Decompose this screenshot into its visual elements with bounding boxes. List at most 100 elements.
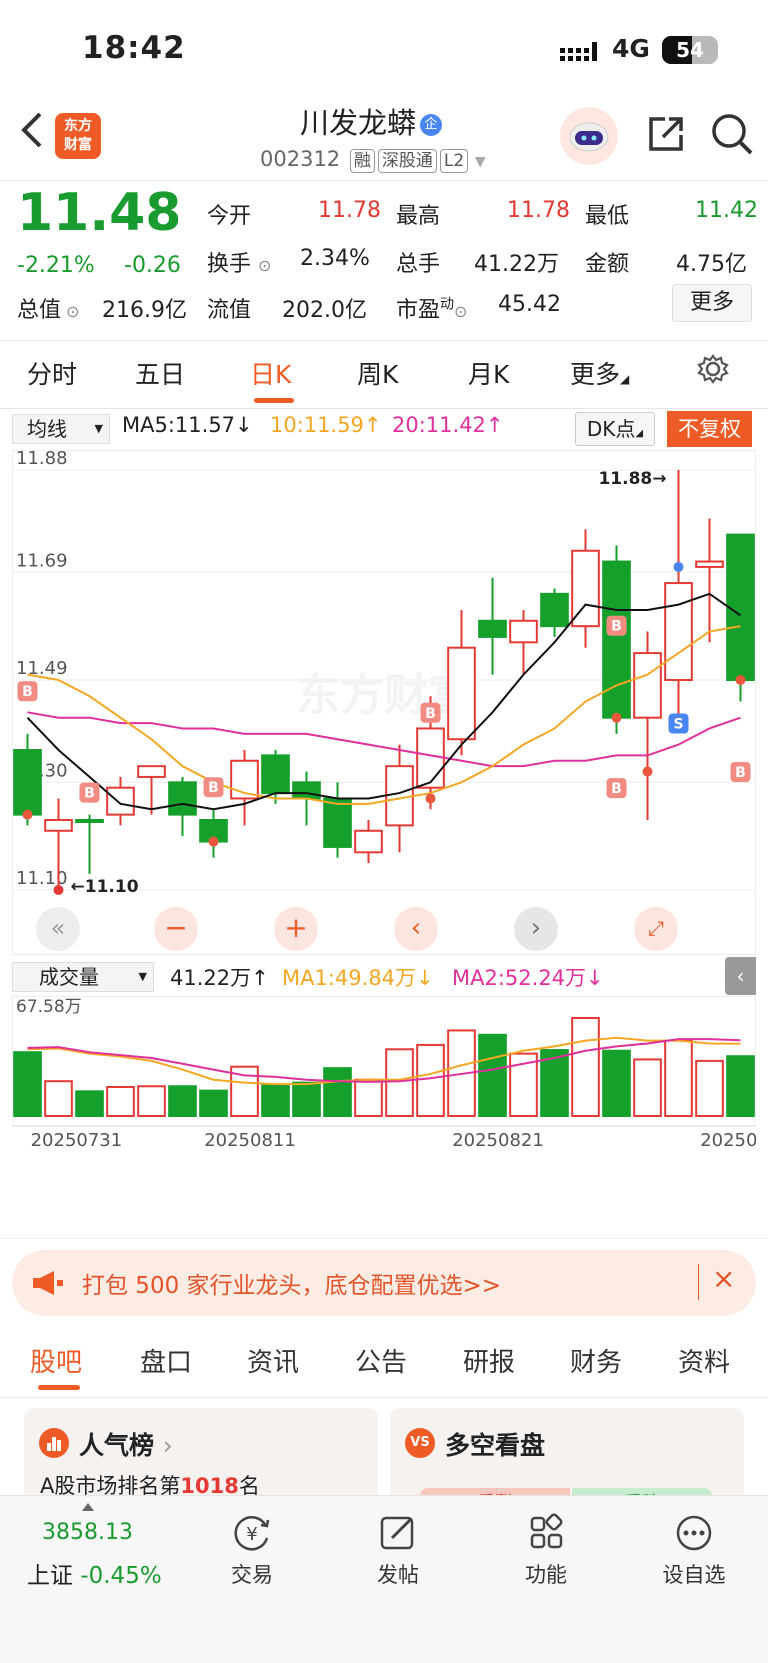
bottom-nav: 3858.13 上证 -0.45% ¥ 交易 发帖 功能 设自选	[0, 1495, 768, 1663]
tab-five-day[interactable]: 五日	[135, 355, 185, 391]
candle-body	[168, 781, 197, 816]
candle-body	[385, 765, 414, 827]
app-logo: 东方 财富	[55, 113, 101, 159]
volume-bar	[44, 1080, 73, 1117]
tab-pankou[interactable]: 盘口	[140, 1342, 192, 1379]
tab-weekly-k[interactable]: 周K	[357, 355, 398, 391]
nav-add-watchlist[interactable]: 设自选	[656, 1512, 732, 1589]
tab-research[interactable]: 研报	[463, 1342, 515, 1379]
amount-label: 金额	[585, 252, 630, 277]
popularity-card[interactable]: 人气榜 › A股市场排名第1018名	[24, 1408, 378, 1503]
tab-finance[interactable]: 财务	[570, 1342, 622, 1379]
candle-body	[75, 819, 104, 823]
share-icon[interactable]	[645, 113, 687, 159]
volume-dropdown[interactable]: 成交量 ▼	[12, 962, 154, 992]
change-pct: -2.21%	[17, 253, 95, 278]
banner-text: 打包 500 家行业龙头，底仓配置优选>>	[82, 1273, 502, 1299]
volume-label: 总手	[396, 252, 441, 277]
volume-bar	[385, 1048, 414, 1117]
settings-gear-icon[interactable]	[697, 353, 729, 391]
active-section-indicator	[38, 1385, 80, 1390]
scroll-right-icon[interactable]: ›	[514, 907, 558, 951]
nav-trade[interactable]: ¥ 交易	[222, 1512, 282, 1589]
volume-bar	[75, 1090, 104, 1117]
volume-bar	[168, 1085, 197, 1117]
amount-value: 4.75亿	[676, 252, 747, 277]
x-axis-date: 20250731	[31, 1130, 123, 1151]
nav-functions[interactable]: 功能	[516, 1512, 576, 1589]
high-marker: 11.88→	[598, 469, 666, 489]
bull-bear-card[interactable]: VS 多空看盘 看涨 看跌	[390, 1408, 744, 1503]
signal-letter: S	[673, 717, 683, 733]
info-icon: ⊙	[454, 302, 468, 321]
close-icon[interactable]: ×	[712, 1262, 735, 1295]
nav-post[interactable]: 发帖	[368, 1512, 428, 1589]
volume-chart[interactable]: 67.58万 20250731 20250811 20250821 20250902	[12, 996, 756, 1238]
tab-news[interactable]: 资讯	[247, 1342, 299, 1379]
zoom-out-icon[interactable]: −	[154, 907, 198, 951]
trade-dot	[22, 809, 33, 820]
candle-body	[726, 533, 755, 681]
info-icon: ⊙	[61, 302, 80, 321]
volume-bar	[292, 1081, 321, 1117]
pe-value: 45.42	[498, 292, 561, 317]
tab-more[interactable]: 更多◢	[570, 355, 629, 391]
fullscreen-icon[interactable]: ⤢	[634, 907, 678, 951]
candle-body	[447, 646, 476, 741]
y-axis-label: 11.69	[16, 550, 68, 571]
chevron-right-icon: ›	[162, 1431, 173, 1460]
tag-connect: 深股通	[377, 149, 437, 173]
tab-intraday[interactable]: 分时	[27, 355, 77, 391]
scroll-left-icon[interactable]: ‹	[394, 907, 438, 951]
trade-dot	[735, 675, 746, 685]
vs-icon: VS	[405, 1428, 435, 1458]
stock-title: 川发龙蟒企	[300, 100, 443, 142]
volume-bar	[106, 1085, 135, 1117]
tag-margin: 融	[349, 149, 375, 173]
volume-max-label: 67.58万	[16, 997, 82, 1017]
caret-down-icon: ▼	[138, 970, 147, 983]
open-value: 11.78	[318, 198, 381, 223]
candle-body	[13, 749, 42, 816]
caret-down-icon: ▼	[474, 154, 486, 170]
scroll-left-fast-icon[interactable]: «	[36, 907, 80, 951]
vs-title: 多空看盘	[445, 1431, 546, 1460]
candle-body	[633, 652, 662, 719]
candle-body	[664, 582, 693, 681]
signal-letter: B	[611, 619, 622, 635]
robot-avatar-icon[interactable]	[560, 107, 618, 165]
tab-announcement[interactable]: 公告	[355, 1342, 407, 1379]
promo-banner[interactable]: 打包 500 家行业龙头，底仓配置优选>> ×	[12, 1250, 756, 1316]
dk-point-button[interactable]: DK点◢	[575, 412, 655, 446]
indicator-dropdown[interactable]: 均线 ▼	[12, 414, 110, 444]
tab-monthly-k[interactable]: 月K	[468, 355, 509, 391]
volume-bar	[602, 1049, 631, 1117]
adjust-toggle-button[interactable]: 不复权	[667, 411, 752, 447]
tab-guba[interactable]: 股吧	[30, 1342, 82, 1379]
search-icon[interactable]	[710, 112, 754, 160]
side-panel-toggle-icon[interactable]: ‹	[725, 957, 756, 995]
high-value: 11.78	[507, 198, 570, 223]
rank-icon	[39, 1428, 69, 1458]
back-chevron-left-icon[interactable]	[18, 110, 44, 154]
kline-chart[interactable]: 11.8811.6911.4911.3011.10东方财富11.88→←11.1…	[12, 450, 756, 955]
status-time: 18:42	[82, 30, 186, 66]
tab-daily-k[interactable]: 日K	[250, 355, 291, 391]
float-value: 202.0亿	[282, 298, 367, 323]
tab-profile[interactable]: 资料	[678, 1342, 730, 1379]
candle-body	[509, 619, 538, 644]
expand-up-icon[interactable]	[82, 1503, 94, 1511]
ma10-legend: 10:11.59↑	[270, 413, 382, 437]
index-row[interactable]: 上证 -0.45%	[27, 1556, 162, 1590]
candle-body	[416, 727, 445, 789]
volume-bar	[199, 1089, 228, 1118]
more-quote-button[interactable]: 更多	[672, 284, 752, 322]
battery-level: 54	[676, 38, 704, 62]
signal-letter: B	[22, 684, 33, 700]
trade-dot	[425, 793, 436, 804]
signal-icon	[560, 42, 602, 68]
caret-icon: ◢	[620, 372, 630, 386]
mcap-label: 总值 ⊙	[17, 298, 80, 323]
zoom-in-icon[interactable]: +	[274, 907, 318, 951]
index-value[interactable]: 3858.13	[42, 1520, 133, 1545]
